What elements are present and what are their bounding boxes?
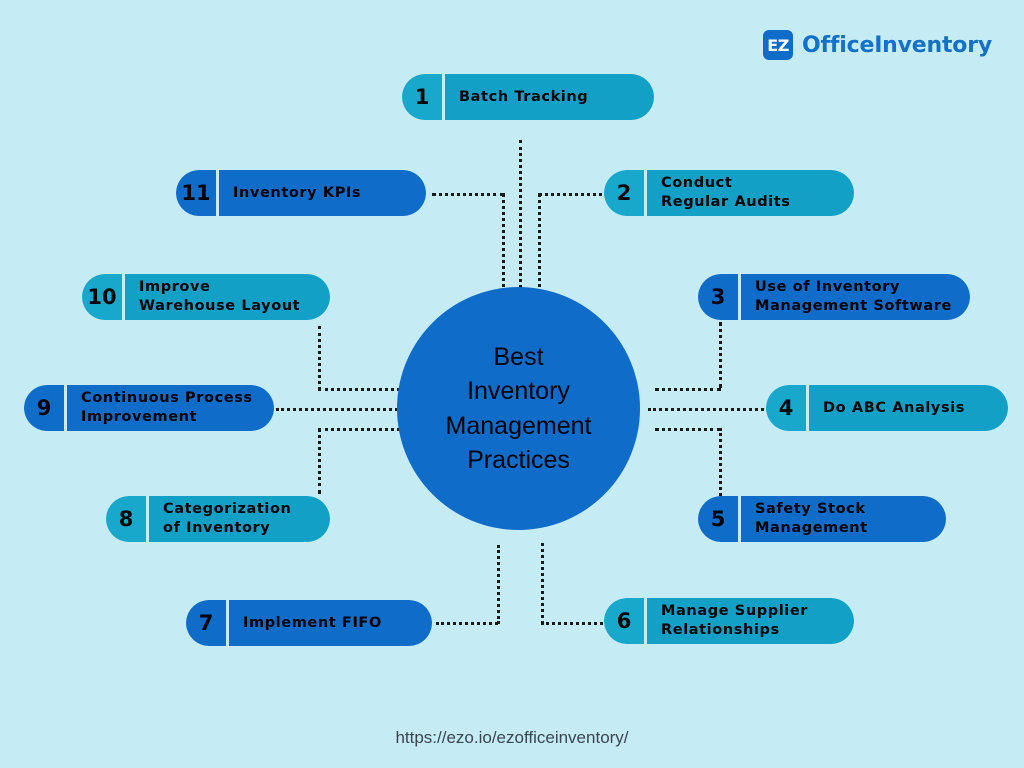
node-6-label: Manage Supplier Relationships [647, 598, 854, 644]
node-11-number: 11 [176, 170, 216, 216]
node-7-label: Implement FIFO [229, 600, 432, 646]
node-7-number: 7 [186, 600, 226, 646]
node-1-number: 1 [402, 74, 442, 120]
connector-node-8-h [318, 428, 406, 431]
node-2-label: Conduct Regular Audits [647, 170, 854, 216]
connector-node-7-v [497, 545, 500, 624]
node-9-number: 9 [24, 385, 64, 431]
infographic-canvas: EZ OfficeInventory Best Inventory Manage… [0, 0, 1024, 768]
connector-node-3-v [719, 322, 722, 388]
node-10-label: Improve Warehouse Layout [125, 274, 330, 320]
connector-node-2-v [538, 193, 541, 295]
node-10-number: 10 [82, 274, 122, 320]
hub-circle: Best Inventory Management Practices [397, 287, 640, 530]
connector-node-11-v [502, 193, 505, 295]
hub-title: Best Inventory Management Practices [445, 342, 592, 475]
node-8-label: Categorization of Inventory [149, 496, 330, 542]
connector-node-1 [519, 140, 522, 288]
node-11-inventory-kpis[interactable]: 11 Inventory KPIs [176, 170, 426, 216]
node-4-do-abc-analysis[interactable]: 4 Do ABC Analysis [766, 385, 1008, 431]
node-10-improve-warehouse-layout[interactable]: 10 Improve Warehouse Layout [82, 274, 330, 320]
node-3-label: Use of Inventory Management Software [741, 274, 970, 320]
node-2-conduct-regular-audits[interactable]: 2 Conduct Regular Audits [604, 170, 854, 216]
node-3-number: 3 [698, 274, 738, 320]
node-9-label: Continuous Process Improvement [67, 385, 274, 431]
node-8-categorization-of-inventory[interactable]: 8 Categorization of Inventory [106, 496, 330, 542]
node-1-label: Batch Tracking [445, 74, 654, 120]
ez-logo-icon: EZ [763, 30, 794, 60]
node-4-label: Do ABC Analysis [809, 385, 1008, 431]
brand-name: OfficeInventory [802, 32, 992, 58]
node-5-safety-stock-management[interactable]: 5 Safety Stock Management [698, 496, 946, 542]
node-7-implement-fifo[interactable]: 7 Implement FIFO [186, 600, 432, 646]
node-5-number: 5 [698, 496, 738, 542]
connector-node-10-v [318, 326, 321, 390]
connector-node-6-h [541, 622, 603, 625]
node-3-inventory-management-software[interactable]: 3 Use of Inventory Management Software [698, 274, 970, 320]
connector-node-5-h [655, 428, 721, 431]
connector-node-10-h [318, 388, 406, 391]
node-5-label: Safety Stock Management [741, 496, 946, 542]
connector-node-11-h [432, 193, 504, 196]
node-6-number: 6 [604, 598, 644, 644]
connector-node-5-v [719, 428, 722, 496]
connector-node-8-v [318, 428, 321, 494]
node-9-continuous-process-improvement[interactable]: 9 Continuous Process Improvement [24, 385, 274, 431]
node-8-number: 8 [106, 496, 146, 542]
node-1-batch-tracking[interactable]: 1 Batch Tracking [402, 74, 654, 120]
connector-node-7-h [436, 622, 498, 625]
brand-logo: EZ OfficeInventory [763, 30, 992, 60]
connector-node-2-h [538, 193, 610, 196]
node-2-number: 2 [604, 170, 644, 216]
connector-node-6-v [541, 543, 544, 624]
node-4-number: 4 [766, 385, 806, 431]
connector-node-3-h [655, 388, 721, 391]
node-11-label: Inventory KPIs [219, 170, 426, 216]
connector-node-9 [276, 408, 398, 411]
node-6-manage-supplier-relationships[interactable]: 6 Manage Supplier Relationships [604, 598, 854, 644]
footer-url[interactable]: https://ezo.io/ezofficeinventory/ [0, 728, 1024, 748]
connector-node-4 [648, 408, 764, 411]
